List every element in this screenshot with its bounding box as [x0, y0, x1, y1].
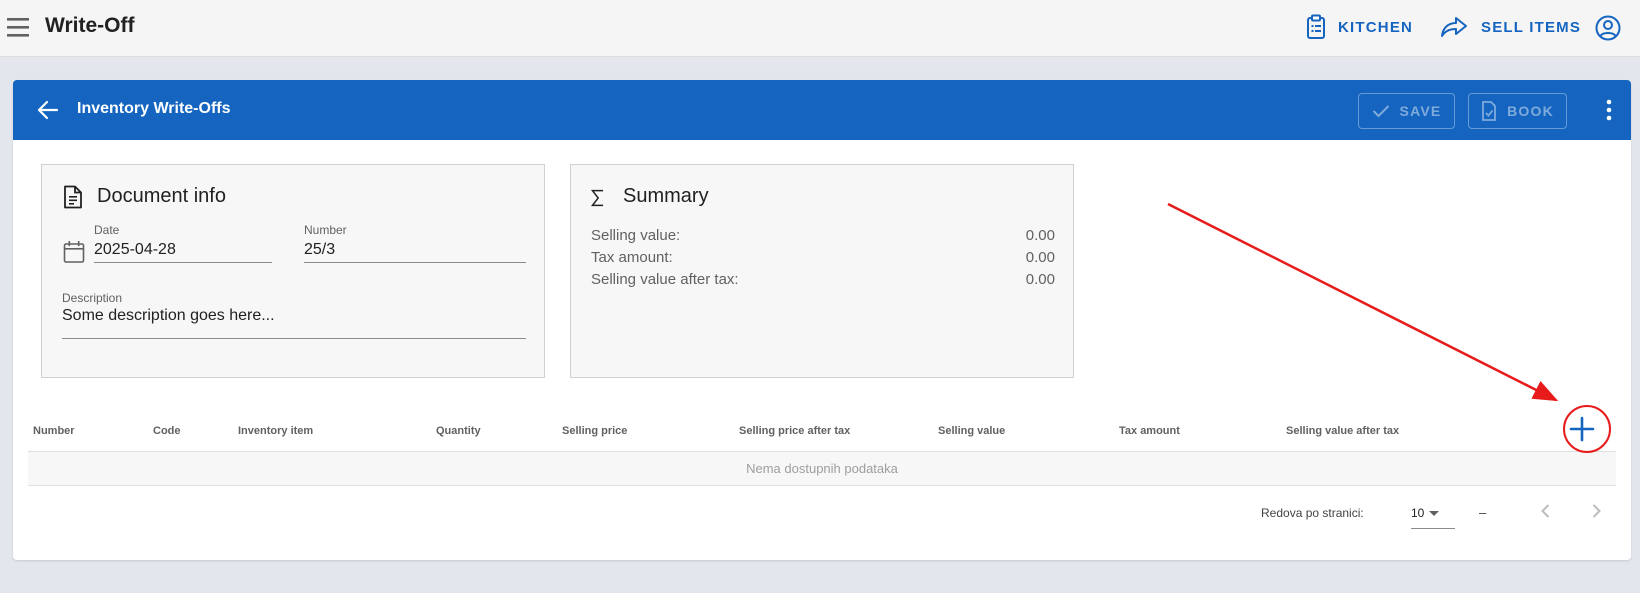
calendar-icon[interactable] [63, 240, 85, 264]
description-label: Description [62, 291, 123, 305]
clipboard-list-icon [1307, 14, 1325, 39]
app-bar: Write-Off KITCHEN SELL ITEMS [0, 0, 1640, 57]
column-header-selling-price-after-tax[interactable]: Selling price after tax [739, 425, 850, 437]
number-label: Number [304, 223, 347, 237]
summary-row-selling-value-after-tax: Selling value after tax: 0.00 [591, 271, 1055, 291]
menu-icon[interactable] [7, 16, 31, 38]
sigma-icon [590, 189, 604, 207]
column-header-quantity[interactable]: Quantity [436, 425, 481, 437]
column-header-code[interactable]: Code [153, 425, 181, 437]
sell-items-label: SELL ITEMS [1481, 18, 1582, 36]
chevron-left-icon[interactable] [1536, 501, 1556, 521]
column-header-inventory-item[interactable]: Inventory item [238, 425, 313, 437]
rows-per-page-value: 10 [1411, 506, 1425, 520]
date-field[interactable]: 2025-04-28 [94, 241, 176, 259]
summary-row-selling-value: Selling value: 0.00 [591, 227, 1055, 247]
dots-vertical-icon[interactable] [1597, 98, 1621, 122]
page-title: Inventory Write-Offs [77, 100, 231, 117]
summary-row-value: 0.00 [1025, 249, 1055, 266]
column-header-selling-value[interactable]: Selling value [938, 425, 1005, 437]
card-toolbar: Inventory Write-Offs SAVE BOOK [13, 80, 1631, 140]
plus-icon[interactable] [1565, 412, 1599, 446]
date-underline [94, 262, 272, 263]
account-circle-icon[interactable] [1594, 14, 1622, 42]
file-check-icon [1482, 101, 1496, 121]
document-info-title: Document info [97, 185, 226, 207]
document-info-panel: Document info Date 2025-04-28 Number 25/… [41, 164, 545, 378]
summary-row-label: Tax amount: [591, 249, 673, 266]
sell-items-button[interactable]: SELL ITEMS [1439, 12, 1581, 42]
date-label: Date [94, 223, 120, 237]
document-icon [64, 185, 82, 209]
check-icon [1372, 105, 1389, 118]
page-range-text: – [1479, 505, 1487, 520]
summary-row-tax-amount: Tax amount: 0.00 [591, 249, 1055, 269]
summary-row-label: Selling value after tax: [591, 271, 739, 288]
rows-per-page-select[interactable]: 10 [1398, 502, 1455, 529]
kitchen-label: KITCHEN [1338, 18, 1414, 36]
save-button[interactable]: SAVE [1358, 93, 1455, 129]
share-forward-icon [1441, 17, 1467, 37]
description-underline [62, 338, 526, 339]
caret-down-icon [1429, 511, 1439, 516]
rows-per-page-label: Redova po stranici: [1261, 506, 1364, 520]
empty-table-message: Nema dostupnih podataka [28, 452, 1616, 485]
column-header-number[interactable]: Number [33, 425, 75, 437]
description-field[interactable]: Some description goes here... [62, 307, 275, 325]
summary-panel: Summary Selling value: 0.00 Tax amount: … [570, 164, 1074, 378]
arrow-left-icon[interactable] [35, 97, 61, 123]
app-title: Write-Off [45, 14, 135, 37]
select-underline [1411, 528, 1455, 529]
summary-title: Summary [623, 185, 709, 207]
book-label: BOOK [1507, 103, 1554, 119]
summary-row-label: Selling value: [591, 227, 681, 244]
column-header-tax-amount[interactable]: Tax amount [1119, 425, 1180, 437]
save-label: SAVE [1399, 103, 1442, 119]
summary-row-value: 0.00 [1025, 271, 1055, 288]
chevron-right-icon[interactable] [1586, 501, 1606, 521]
number-underline [304, 262, 526, 263]
book-button[interactable]: BOOK [1468, 93, 1567, 129]
summary-row-value: 0.00 [1025, 227, 1055, 244]
kitchen-button[interactable]: KITCHEN [1306, 12, 1413, 42]
column-header-selling-price[interactable]: Selling price [562, 425, 627, 437]
write-off-card: Inventory Write-Offs SAVE BOOK Document … [13, 80, 1631, 560]
table-bottom-divider [28, 485, 1616, 486]
column-header-selling-value-after-tax[interactable]: Selling value after tax [1286, 425, 1399, 437]
number-field[interactable]: 25/3 [304, 241, 335, 259]
